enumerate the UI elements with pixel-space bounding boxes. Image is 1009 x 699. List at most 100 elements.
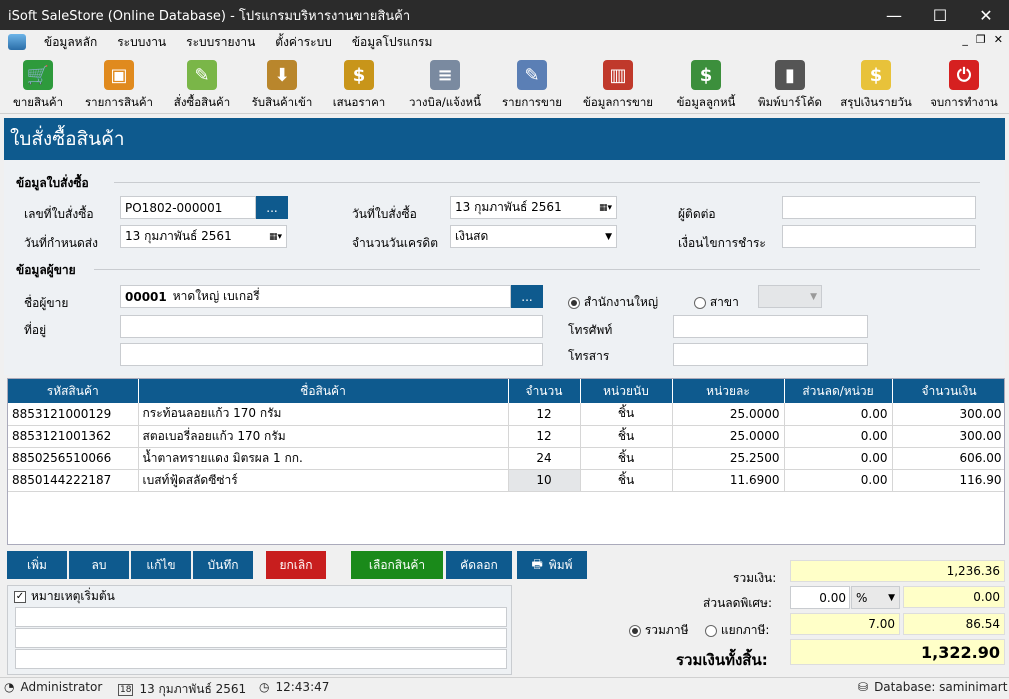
cell-qty[interactable]: 10: [508, 469, 581, 492]
minimize-button[interactable]: —: [871, 0, 917, 30]
toolbar-debtor-button[interactable]: $ ข้อมูลลูกหนี้: [670, 58, 742, 112]
toolbar-order-button[interactable]: ✎ สั่งซื้อสินค้า: [168, 58, 236, 112]
cell-unit[interactable]: ชิ้น: [580, 403, 673, 426]
cell-name[interactable]: เบสท์ฟู้ดสลัดซีซ่าร์: [138, 469, 509, 492]
copy-button[interactable]: คัดลอก: [446, 551, 512, 579]
vat-included-radio[interactable]: รวมภาษี: [629, 621, 688, 640]
note-line-3[interactable]: [15, 649, 507, 669]
table-row[interactable]: 8850256510066 น้ำตาลทรายแดง มิตรผล 1 กก.…: [8, 447, 1004, 470]
vat-amount: 86.54: [903, 613, 1005, 635]
cell-qty[interactable]: 12: [508, 403, 581, 426]
close-button[interactable]: ✕: [963, 0, 1009, 30]
po-browse-button[interactable]: ...: [256, 196, 288, 219]
column-header[interactable]: จำนวนเงิน: [892, 379, 1004, 403]
vat-included-label: รวมภาษี: [644, 623, 689, 637]
table-row[interactable]: 8850144222187 เบสท์ฟู้ดสลัดซีซ่าร์ 10 ชิ…: [8, 469, 1004, 492]
hq-radio[interactable]: สำนักงานใหญ่: [568, 293, 658, 312]
cell-discount[interactable]: 0.00: [784, 403, 893, 426]
column-header[interactable]: หน่วยนับ: [580, 379, 673, 403]
po-date-label: วันที่ใบสั่งซื้อ: [352, 207, 417, 221]
discount-unit-select[interactable]: % ▼: [851, 586, 900, 609]
branch-select[interactable]: ▼: [758, 285, 822, 308]
cancel-button[interactable]: ยกเลิก: [266, 551, 326, 579]
discount-value-field[interactable]: 0.00: [790, 586, 850, 609]
po-date-picker[interactable]: 13 กุมภาพันธ์ 2561 ▦▾: [450, 196, 617, 219]
column-header[interactable]: รหัสสินค้า: [8, 379, 139, 403]
edit-button[interactable]: แก้ไข: [131, 551, 191, 579]
cell-code[interactable]: 8850256510066: [8, 447, 139, 470]
mdi-restore-button[interactable]: ❐: [976, 33, 986, 46]
cell-unit[interactable]: ชิ้น: [580, 425, 673, 448]
vendor-field[interactable]: 00001 หาดใหญ่ เบเกอรี่: [120, 285, 511, 308]
credit-select[interactable]: เงินสด ▼: [450, 225, 617, 248]
invoice-icon: ≡: [430, 60, 460, 90]
cell-amount[interactable]: 606.00: [892, 447, 1004, 470]
mdi-close-button[interactable]: ✕: [994, 33, 1003, 46]
add-button[interactable]: เพิ่ม: [7, 551, 67, 579]
cell-qty[interactable]: 12: [508, 425, 581, 448]
address-line1-field[interactable]: [120, 315, 543, 338]
menu-system[interactable]: ระบบงาน: [107, 30, 176, 54]
vendor-browse-button[interactable]: ...: [511, 285, 543, 308]
toolbar-receive-button[interactable]: ⬇ รับสินค้าเข้า: [248, 58, 316, 112]
cell-code[interactable]: 8853121000129: [8, 403, 139, 426]
print-button[interactable]: 🖶 พิมพ์: [517, 551, 587, 579]
menu-settings[interactable]: ตั้งค่าระบบ: [265, 30, 342, 54]
table-row[interactable]: 8853121001362 สตอเบอรี่ลอยแก้ว 170 กรัม …: [8, 425, 1004, 448]
cell-amount[interactable]: 300.00: [892, 425, 1004, 448]
cell-discount[interactable]: 0.00: [784, 469, 893, 492]
notes-checkbox[interactable]: ✓ หมายเหตุเริ่มต้น: [14, 587, 115, 606]
terms-field[interactable]: [782, 225, 976, 248]
cell-code[interactable]: 8853121001362: [8, 425, 139, 448]
cell-qty[interactable]: 24: [508, 447, 581, 470]
address-line2-field[interactable]: [120, 343, 543, 366]
toolbar-exit-button[interactable]: ⏻ จบการทำงาน: [926, 58, 1002, 112]
cell-name[interactable]: สตอเบอรี่ลอยแก้ว 170 กรัม: [138, 425, 509, 448]
cell-price[interactable]: 25.2500: [672, 447, 785, 470]
fax-field[interactable]: [673, 343, 868, 366]
cell-name[interactable]: น้ำตาลทรายแดง มิตรผล 1 กก.: [138, 447, 509, 470]
cell-unit[interactable]: ชิ้น: [580, 469, 673, 492]
cell-amount[interactable]: 300.00: [892, 403, 1004, 426]
branch-radio[interactable]: สาขา: [694, 293, 739, 312]
cell-price[interactable]: 11.6900: [672, 469, 785, 492]
cell-name[interactable]: กระท้อนลอยแก้ว 170 กรัม: [138, 403, 509, 426]
column-header[interactable]: จำนวน: [508, 379, 581, 403]
toolbar-products-button[interactable]: ▣ รายการสินค้า: [80, 58, 158, 112]
phone-field[interactable]: [673, 315, 868, 338]
note-line-2[interactable]: [15, 628, 507, 648]
status-database: ⛁ Database: saminimart: [858, 680, 1007, 694]
cell-discount[interactable]: 0.00: [784, 425, 893, 448]
po-no-field[interactable]: PO1802-000001: [120, 196, 256, 219]
menu-about[interactable]: ข้อมูลโปรแกรม: [342, 30, 443, 54]
note-line-1[interactable]: [15, 607, 507, 627]
cell-code[interactable]: 8850144222187: [8, 469, 139, 492]
contact-field[interactable]: [782, 196, 976, 219]
toolbar-barcode-button[interactable]: ▮ พิมพ์บาร์โค้ด: [752, 58, 828, 112]
save-button[interactable]: บันทึก: [193, 551, 253, 579]
toolbar-sales-list-button[interactable]: ✎ รายการขาย: [498, 58, 566, 112]
toolbar-sales-data-button[interactable]: ▥ ข้อมูลการขาย: [578, 58, 658, 112]
maximize-button[interactable]: ☐: [917, 0, 963, 30]
due-date-picker[interactable]: 13 กุมภาพันธ์ 2561 ▦▾: [120, 225, 287, 248]
menu-master-data[interactable]: ข้อมูลหลัก: [34, 30, 107, 54]
cell-price[interactable]: 25.0000: [672, 425, 785, 448]
mdi-minimize-button[interactable]: _: [962, 33, 968, 46]
toolbar-quote-button[interactable]: $ เสนอราคา: [328, 58, 390, 112]
column-header[interactable]: ส่วนลด/หน่วย: [784, 379, 893, 403]
toolbar-sell-button[interactable]: 🛒 ขายสินค้า: [8, 58, 68, 112]
menu-reports[interactable]: ระบบรายงาน: [176, 30, 265, 54]
delete-button[interactable]: ลบ: [69, 551, 129, 579]
toolbar-label: รับสินค้าเข้า: [251, 95, 313, 109]
table-row[interactable]: 8853121000129 กระท้อนลอยแก้ว 170 กรัม 12…: [8, 403, 1004, 426]
cell-price[interactable]: 25.0000: [672, 403, 785, 426]
column-header[interactable]: ชื่อสินค้า: [138, 379, 509, 403]
select-product-button[interactable]: เลือกสินค้า: [351, 551, 443, 579]
toolbar-daily-summary-button[interactable]: $ สรุปเงินรายวัน: [836, 58, 916, 112]
cell-amount[interactable]: 116.90: [892, 469, 1004, 492]
cell-unit[interactable]: ชิ้น: [580, 447, 673, 470]
column-header[interactable]: หน่วยละ: [672, 379, 785, 403]
vat-excluded-radio[interactable]: แยกภาษี:: [705, 621, 769, 640]
cell-discount[interactable]: 0.00: [784, 447, 893, 470]
toolbar-billing-button[interactable]: ≡ วางบิล/แจ้งหนี้: [402, 58, 488, 112]
